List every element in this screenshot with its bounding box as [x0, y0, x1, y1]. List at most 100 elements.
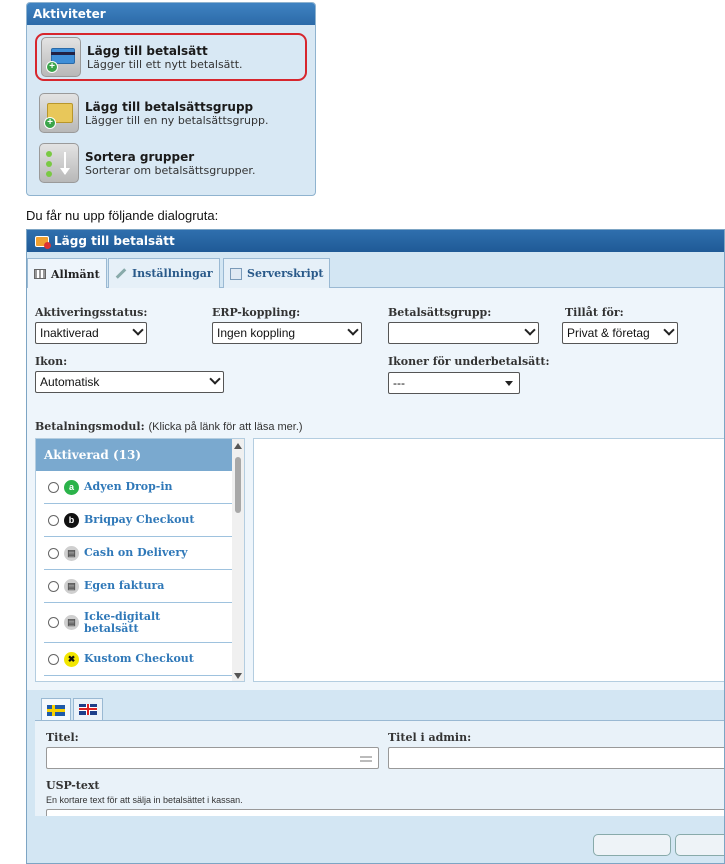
- action-desc: Lägger till en ny betalsättsgrupp.: [85, 113, 269, 127]
- folder-add-icon: +: [39, 93, 79, 133]
- activation-select[interactable]: Inaktiverad: [35, 322, 147, 344]
- footer-button[interactable]: [675, 834, 724, 856]
- action-title: Lägg till betalsätt: [87, 43, 208, 58]
- tab-general[interactable]: Allmänt: [27, 258, 107, 289]
- module-logo-icon: ▤: [64, 545, 79, 561]
- erp-select[interactable]: Ingen koppling: [212, 322, 362, 344]
- activities-header: Aktiviteter: [27, 3, 315, 25]
- module-name[interactable]: Kustom Checkout: [84, 653, 194, 665]
- card-icon: [35, 235, 51, 249]
- select-value: Privat & företag: [567, 326, 650, 340]
- module-radio[interactable]: [48, 653, 59, 665]
- action-title: Lägg till betalsättsgrupp: [85, 99, 254, 114]
- module-name[interactable]: Briqpay Checkout: [84, 514, 195, 526]
- uk-flag-icon: [79, 704, 97, 715]
- module-name[interactable]: Egen faktura: [84, 580, 164, 592]
- activation-label: Aktiveringsstatus:: [35, 306, 148, 319]
- card-add-icon: +: [41, 37, 81, 77]
- module-name[interactable]: Cash on Delivery: [84, 547, 188, 559]
- chevron-down-icon: [132, 324, 144, 336]
- module-logo-icon: a: [64, 479, 79, 495]
- dialog-footer: [27, 816, 724, 863]
- dialog-tabs: Allmänt Inställningar Serverskript: [27, 252, 724, 289]
- add-payment-method-action[interactable]: + Lägg till betalsätt Lägger till ett ny…: [35, 33, 307, 81]
- chevron-down-icon: [209, 373, 221, 385]
- select-value: Automatisk: [40, 375, 100, 389]
- chevron-down-icon: [663, 324, 675, 336]
- module-hint: (Klicka på länk för att läsa mer.): [148, 421, 303, 433]
- scroll-thumb[interactable]: [235, 457, 241, 513]
- group-label: Betalsättsgrupp:: [388, 306, 492, 319]
- intro-text: Du får nu upp följande dialogruta:: [26, 208, 219, 223]
- admin-title-input[interactable]: [388, 747, 724, 769]
- module-list-item[interactable]: b Briqpay Checkout: [44, 504, 236, 537]
- language-tabs: [41, 698, 103, 721]
- sub-icons-select[interactable]: ---: [388, 372, 520, 394]
- tab-label: Allmänt: [51, 267, 100, 281]
- module-list-item[interactable]: ▤ Cash on Delivery: [44, 537, 236, 570]
- tab-lang-english[interactable]: [73, 698, 103, 720]
- add-payment-dialog: Lägg till betalsätt Allmänt Inställninga…: [26, 229, 725, 864]
- activities-panel: Aktiviteter + Lägg till betalsätt Lägger…: [26, 2, 316, 196]
- payment-module-list: Aktiverad (13) a Adyen Drop-in b Briqpay Ch…: [35, 438, 245, 682]
- allow-label: Tillåt för:: [565, 306, 624, 319]
- module-name[interactable]: Icke-digitalt betalsätt: [84, 610, 174, 635]
- allow-select[interactable]: Privat & företag: [562, 322, 678, 344]
- sub-icons-label: Ikoner för underbetalsätt:: [388, 355, 550, 368]
- module-radio[interactable]: [48, 514, 59, 526]
- module-logo-icon: ▤: [64, 578, 79, 594]
- action-desc: Lägger till ett nytt betalsätt.: [87, 57, 243, 71]
- title-input[interactable]: [46, 747, 379, 769]
- module-label-text: Betalningsmodul:: [35, 420, 145, 433]
- add-payment-group-action[interactable]: + Lägg till betalsättsgrupp Lägger till …: [35, 89, 307, 137]
- title-label: Titel:: [46, 731, 79, 744]
- icon-select[interactable]: Automatisk: [35, 371, 224, 393]
- grip-icon: [360, 754, 372, 762]
- action-desc: Sorterar om betalsättsgrupper.: [85, 163, 256, 177]
- module-logo-icon: b: [64, 512, 79, 528]
- sort-icon: [39, 143, 79, 183]
- select-value: Inaktiverad: [40, 326, 99, 340]
- module-list-item[interactable]: a Adyen Drop-in: [44, 471, 236, 504]
- usp-hint: En kortare text för att sälja in betalsä…: [46, 795, 243, 805]
- module-radio[interactable]: [48, 580, 59, 592]
- module-logo-icon: ✖: [64, 651, 79, 667]
- module-list-item[interactable]: ▤ Egen faktura: [44, 570, 236, 603]
- admin-title-label: Titel i admin:: [388, 731, 472, 744]
- icon-label: Ikon:: [35, 355, 68, 368]
- module-radio[interactable]: [48, 481, 59, 493]
- sort-groups-action[interactable]: Sortera grupper Sorterar om betalsättsgr…: [35, 139, 307, 187]
- module-list-scrollbar[interactable]: [232, 439, 244, 681]
- swedish-flag-icon: [47, 704, 65, 716]
- tab-label: Inställningar: [132, 267, 213, 280]
- module-detail-panel: [253, 438, 724, 682]
- wrench-icon: [115, 268, 127, 279]
- module-list-item[interactable]: ▤ Icke-digitalt betalsätt: [44, 603, 236, 643]
- tab-label: Serverskript: [247, 267, 324, 280]
- chevron-down-icon: [347, 324, 359, 336]
- scroll-up-icon[interactable]: [234, 443, 242, 449]
- dialog-titlebar[interactable]: Lägg till betalsätt: [27, 230, 724, 252]
- tab-server-script[interactable]: Serverskript: [223, 258, 331, 288]
- select-value: Ingen koppling: [217, 326, 296, 340]
- usp-label: USP-text: [46, 779, 100, 792]
- scroll-down-icon[interactable]: [234, 673, 242, 679]
- tab-lang-swedish[interactable]: [41, 698, 71, 721]
- footer-button[interactable]: [593, 834, 671, 856]
- module-radio[interactable]: [48, 617, 59, 628]
- group-select[interactable]: [388, 322, 539, 344]
- module-list-header: Aktiverad (13): [36, 439, 244, 471]
- dialog-title: Lägg till betalsätt: [54, 234, 175, 248]
- chevron-down-icon: [505, 381, 513, 386]
- chevron-down-icon: [524, 324, 536, 336]
- form-area: Aktiveringsstatus: Inaktiverad ERP-koppl…: [27, 288, 724, 863]
- module-radio[interactable]: [48, 547, 59, 559]
- select-value: ---: [393, 376, 405, 390]
- action-title: Sortera grupper: [85, 149, 195, 164]
- tab-settings[interactable]: Inställningar: [108, 258, 220, 288]
- module-name[interactable]: Adyen Drop-in: [84, 481, 173, 493]
- module-logo-icon: ▤: [64, 615, 79, 630]
- module-list-item[interactable]: ✖ Kustom Checkout: [44, 643, 236, 676]
- module-label: Betalningsmodul: (Klicka på länk för att…: [35, 420, 303, 433]
- script-icon: [230, 267, 242, 280]
